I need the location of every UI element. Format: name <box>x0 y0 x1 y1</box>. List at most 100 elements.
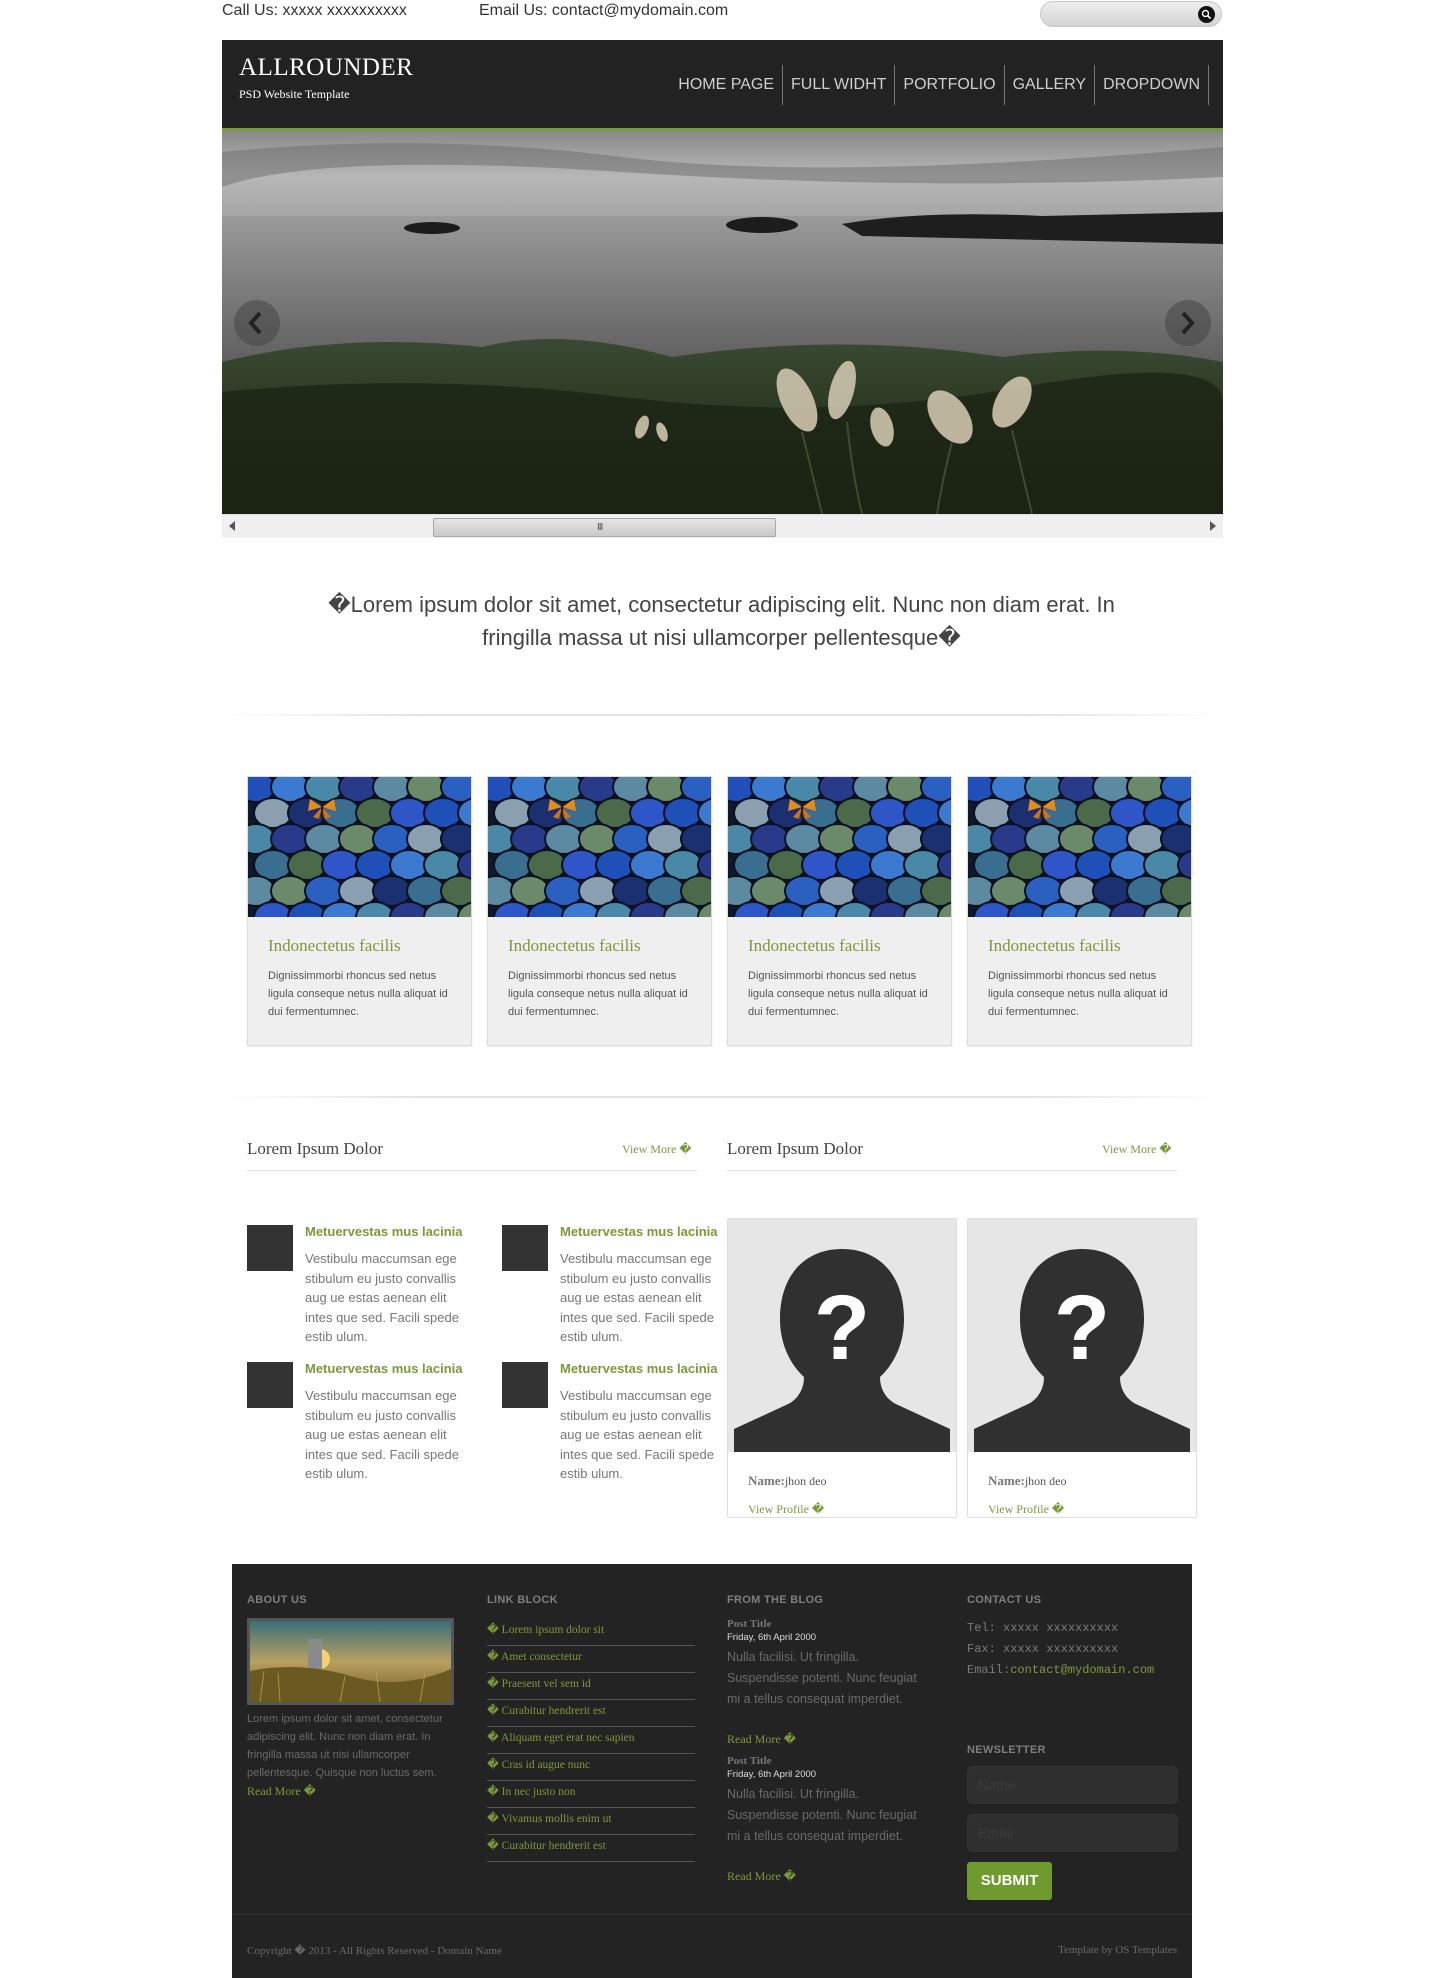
slider-prev-button[interactable] <box>234 300 280 346</box>
footer-link[interactable]: � Cras id augue nunc <box>487 1754 695 1781</box>
scroll-right-icon[interactable] <box>1210 521 1216 531</box>
footer-about-read-more[interactable]: Read More � <box>247 1784 316 1799</box>
feature-card[interactable]: Indonectetus facilis Dignissimmorbi rhon… <box>247 776 472 1046</box>
feature-card[interactable]: Indonectetus facilis Dignissimmorbi rhon… <box>967 776 1192 1046</box>
card-image <box>968 777 1191 917</box>
profile-name-value: jhon deo <box>1024 1474 1067 1488</box>
footer-link[interactable]: � Vivamus mollis enim ut <box>487 1808 695 1835</box>
svg-text:?: ? <box>1054 1277 1110 1379</box>
list-item-text: Vestibulu maccumsan ege stibulum eu just… <box>305 1251 459 1344</box>
divider <box>222 1096 1223 1098</box>
phone-text: Call Us: xxxxx xxxxxxxxxx <box>222 2 407 19</box>
profile-name-label: Name: <box>988 1473 1025 1488</box>
newsletter-name-field[interactable]: Name <box>967 1766 1178 1804</box>
list-item-thumbnail <box>247 1225 293 1271</box>
list-item-title[interactable]: Metuervestas mus lacinia <box>560 1224 730 1239</box>
slider-scrollbar[interactable]: III <box>222 514 1223 538</box>
footer-link[interactable]: � Curabitur hendrerit est <box>487 1835 695 1862</box>
intro-quote: �Lorem ipsum dolor sit amet, consectetur… <box>328 592 1115 650</box>
card-text: Dignissimmorbi rhoncus sed netus ligula … <box>508 970 688 1018</box>
nav-home[interactable]: HOME PAGE <box>670 65 783 105</box>
list-item-text: Vestibulu maccumsan ege stibulum eu just… <box>560 1251 714 1344</box>
footer-link[interactable]: � Praesent vel sem id <box>487 1673 695 1700</box>
blog-read-more[interactable]: Read More � <box>727 1869 796 1884</box>
footer-link[interactable]: � Amet consectetur <box>487 1646 695 1673</box>
footer-divider <box>232 1914 1192 1915</box>
card-text: Dignissimmorbi rhoncus sed netus ligula … <box>748 970 928 1018</box>
profile-card: ? Name:jhon deo View Profile � <box>727 1218 957 1518</box>
card-title[interactable]: Indonectetus facilis <box>508 936 641 956</box>
card-image <box>728 777 951 917</box>
footer-email-label: Email: <box>967 1663 1011 1677</box>
hero-slider-image <box>222 132 1223 514</box>
footer-credit-link[interactable]: Template by OS Templates <box>1058 1944 1177 1956</box>
card-title[interactable]: Indonectetus facilis <box>268 936 401 956</box>
blog-post-title[interactable]: Post Title <box>727 1755 772 1767</box>
newsletter-email-placeholder: Email <box>978 1825 1014 1841</box>
scroll-left-icon[interactable] <box>229 521 235 531</box>
newsletter-submit-button[interactable]: SUBMIT <box>967 1862 1052 1900</box>
blog-post-text: Nulla facilisi. Ut fringilla. Suspendiss… <box>727 1650 917 1706</box>
list-item-thumbnail <box>502 1225 548 1271</box>
email-text: Email Us: contact@mydomain.com <box>479 2 729 19</box>
profile-name-label: Name: <box>748 1473 785 1488</box>
view-more-link-right[interactable]: View More � <box>1102 1142 1172 1157</box>
footer-newsletter-heading: NEWSLETTER <box>967 1744 1046 1756</box>
section-rule <box>247 1170 697 1171</box>
profile-name: Name:jhon deo <box>988 1473 1067 1489</box>
newsletter-name-placeholder: Name <box>978 1777 1016 1793</box>
view-profile-link[interactable]: View Profile � <box>988 1502 1064 1517</box>
blog-read-more[interactable]: Read More � <box>727 1732 796 1747</box>
profile-name-value: jhon deo <box>784 1474 827 1488</box>
search-input[interactable] <box>1040 1 1222 27</box>
list-item-thumbnail <box>247 1362 293 1408</box>
list-item-title[interactable]: Metuervestas mus lacinia <box>560 1361 730 1376</box>
site-header: ALLROUNDER PSD Website Template HOME PAG… <box>222 40 1223 130</box>
section-title-left: Lorem Ipsum Dolor <box>247 1139 383 1158</box>
site-tagline: PSD Website Template <box>239 87 350 101</box>
footer-contact-heading: CONTACT US <box>967 1594 1042 1606</box>
list-item-title[interactable]: Metuervestas mus lacinia <box>305 1361 475 1376</box>
scroll-thumb[interactable]: III <box>433 518 776 537</box>
list-item-title[interactable]: Metuervestas mus lacinia <box>305 1224 475 1239</box>
card-image <box>248 777 471 917</box>
divider <box>222 714 1223 716</box>
site-footer: ABOUT US Lorem ipsum dolor sit amet, con… <box>232 1564 1192 1978</box>
footer-copyright: Copyright � 2013 - All Rights Reserved -… <box>247 1945 502 1957</box>
slider-next-button[interactable] <box>1165 300 1211 346</box>
footer-email-link[interactable]: contact@mydomain.com <box>1010 1663 1154 1677</box>
footer-about-text: Lorem ipsum dolor sit amet, consectetur … <box>247 1713 443 1779</box>
scroll-grip-icon: III <box>597 522 603 533</box>
footer-link[interactable]: � Aliquam eget erat nec sapien <box>487 1727 695 1754</box>
view-more-link-left[interactable]: View More � <box>622 1142 692 1157</box>
newsletter-email-field[interactable]: Email <box>967 1814 1178 1852</box>
section-rule <box>727 1170 1177 1171</box>
footer-link[interactable]: � Lorem ipsum dolor sit <box>487 1619 695 1646</box>
blog-post-date: Friday, 6th April 2000 <box>727 1632 817 1643</box>
view-profile-link[interactable]: View Profile � <box>748 1502 824 1517</box>
footer-about-heading: ABOUT US <box>247 1594 307 1606</box>
avatar-placeholder-icon: ? <box>728 1219 956 1452</box>
card-text: Dignissimmorbi rhoncus sed netus ligula … <box>988 970 1168 1018</box>
avatar-placeholder-icon: ? <box>968 1219 1196 1452</box>
footer-tel: Tel: xxxxx xxxxxxxxxx <box>967 1621 1119 1635</box>
card-title[interactable]: Indonectetus facilis <box>988 936 1121 956</box>
svg-text:?: ? <box>814 1277 870 1379</box>
nav-dropdown[interactable]: DROPDOWN <box>1095 65 1209 105</box>
blog-post-text: Nulla facilisi. Ut fringilla. Suspendiss… <box>727 1787 917 1843</box>
blog-post-title[interactable]: Post Title <box>727 1618 772 1630</box>
list-item-text: Vestibulu maccumsan ege stibulum eu just… <box>305 1388 459 1481</box>
nav-full-width[interactable]: FULL WIDHT <box>783 65 896 105</box>
footer-link[interactable]: � Curabitur hendrerit est <box>487 1700 695 1727</box>
nav-gallery[interactable]: GALLERY <box>1005 65 1096 105</box>
feature-card[interactable]: Indonectetus facilis Dignissimmorbi rhon… <box>727 776 952 1046</box>
footer-email: Email:contact@mydomain.com <box>967 1660 1154 1681</box>
site-logo[interactable]: ALLROUNDER <box>239 54 413 82</box>
list-item-text: Vestibulu maccumsan ege stibulum eu just… <box>560 1388 714 1481</box>
nav-portfolio[interactable]: PORTFOLIO <box>895 65 1005 105</box>
list-item-thumbnail <box>502 1362 548 1408</box>
feature-card[interactable]: Indonectetus facilis Dignissimmorbi rhon… <box>487 776 712 1046</box>
search-icon[interactable] <box>1198 6 1215 23</box>
card-title[interactable]: Indonectetus facilis <box>748 936 881 956</box>
footer-link[interactable]: � In nec justo non <box>487 1781 695 1808</box>
